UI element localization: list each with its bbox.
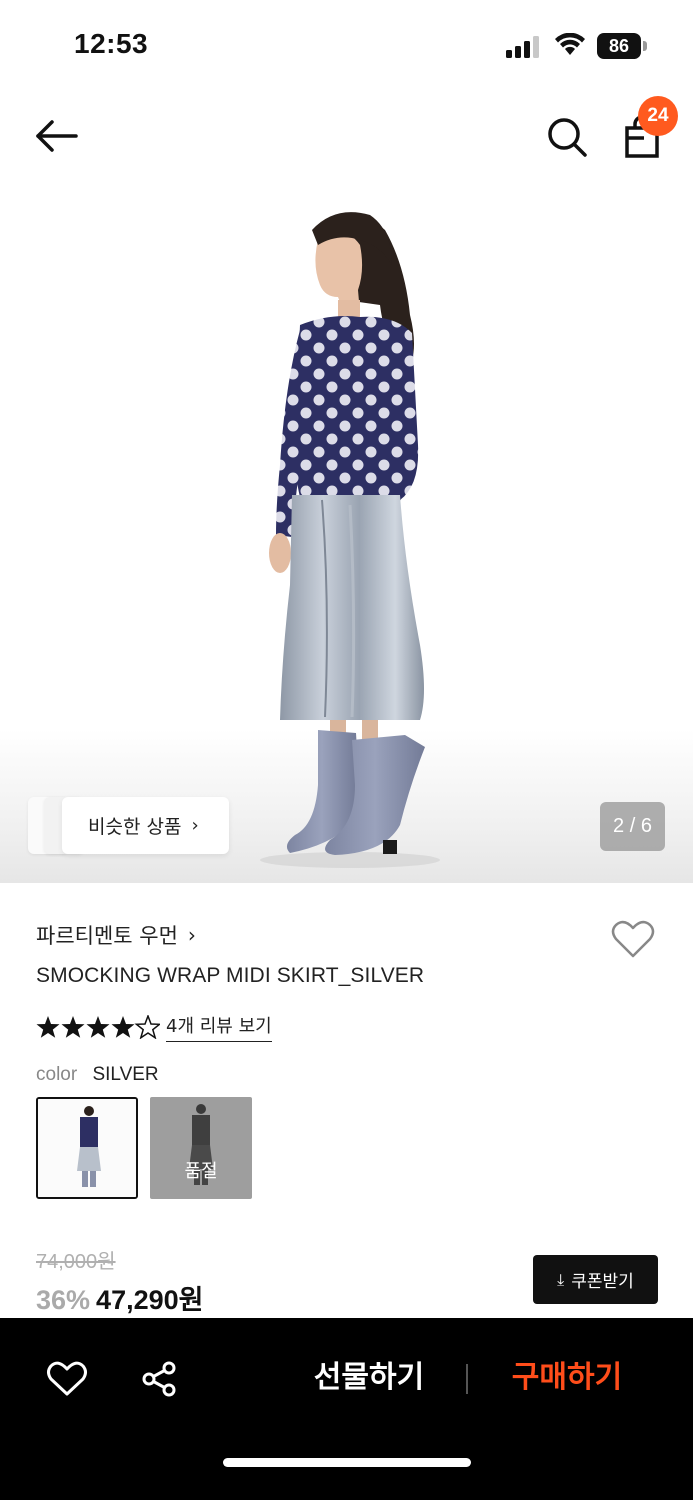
color-swatch-silver[interactable] <box>36 1097 138 1199</box>
review-link[interactable]: 4개 리뷰 보기 <box>166 1012 272 1042</box>
buy-button[interactable]: 구매하기 <box>494 1348 640 1408</box>
coupon-label: 쿠폰받기 <box>571 1272 634 1292</box>
bottom-action-bar: 선물하기 구매하기 <box>0 1318 693 1500</box>
color-label: color <box>36 1064 78 1085</box>
battery-level: 86 <box>597 33 641 59</box>
sale-price: 47,290원 <box>96 1285 204 1315</box>
rating-row: 4개 리뷰 보기 <box>36 1012 272 1042</box>
home-indicator <box>223 1458 471 1467</box>
product-name: SMOCKING WRAP MIDI SKIRT_SILVER <box>36 964 425 987</box>
swatch-thumbnail <box>38 1099 136 1197</box>
share-icon[interactable] <box>140 1360 178 1398</box>
original-price: 74,000원 <box>36 1251 116 1273</box>
top-nav <box>0 90 693 185</box>
search-icon[interactable] <box>544 114 590 160</box>
swatch-thumbnail <box>189 1104 213 1185</box>
gallery-page-indicator: 2 / 6 <box>600 802 665 851</box>
product-photo <box>260 212 440 868</box>
status-time: 12:53 <box>74 28 149 59</box>
heart-icon[interactable] <box>46 1360 88 1398</box>
sold-out-label: 품절 <box>184 1161 218 1182</box>
coupon-download-button[interactable]: ⤓ 쿠폰받기 <box>533 1255 658 1304</box>
cellular-signal-icon <box>506 36 539 58</box>
chevron-right-icon: › <box>191 815 199 836</box>
brand-link[interactable]: 파르티멘토 우먼 › <box>36 920 196 950</box>
price-row: 36% 47,290원 <box>36 1278 203 1317</box>
similar-products-label: 비슷한 상품 <box>88 816 182 838</box>
brand-name: 파르티멘토 우먼 <box>36 924 178 948</box>
color-option-row: color SILVER <box>36 1064 159 1086</box>
color-value: SILVER <box>92 1064 159 1085</box>
product-image-gallery[interactable]: 비슷한 상품 › 2 / 6 <box>0 185 693 883</box>
heart-icon[interactable] <box>610 918 656 960</box>
divider <box>466 1364 468 1394</box>
status-bar: 12:53 86 <box>0 0 693 90</box>
discount-rate: 36% <box>36 1285 91 1315</box>
similar-products-button[interactable]: 비슷한 상품 › <box>62 797 229 854</box>
color-swatch-sold-out[interactable]: 품절 <box>150 1097 252 1199</box>
gift-button[interactable]: 선물하기 <box>296 1348 442 1408</box>
back-arrow-icon[interactable] <box>30 114 82 158</box>
wifi-icon <box>555 33 585 55</box>
cart-count-badge: 24 <box>638 96 678 136</box>
chevron-right-icon: › <box>187 923 196 947</box>
download-icon: ⤓ <box>557 1269 565 1289</box>
battery-icon: 86 <box>597 33 647 59</box>
star-rating <box>36 1015 160 1039</box>
